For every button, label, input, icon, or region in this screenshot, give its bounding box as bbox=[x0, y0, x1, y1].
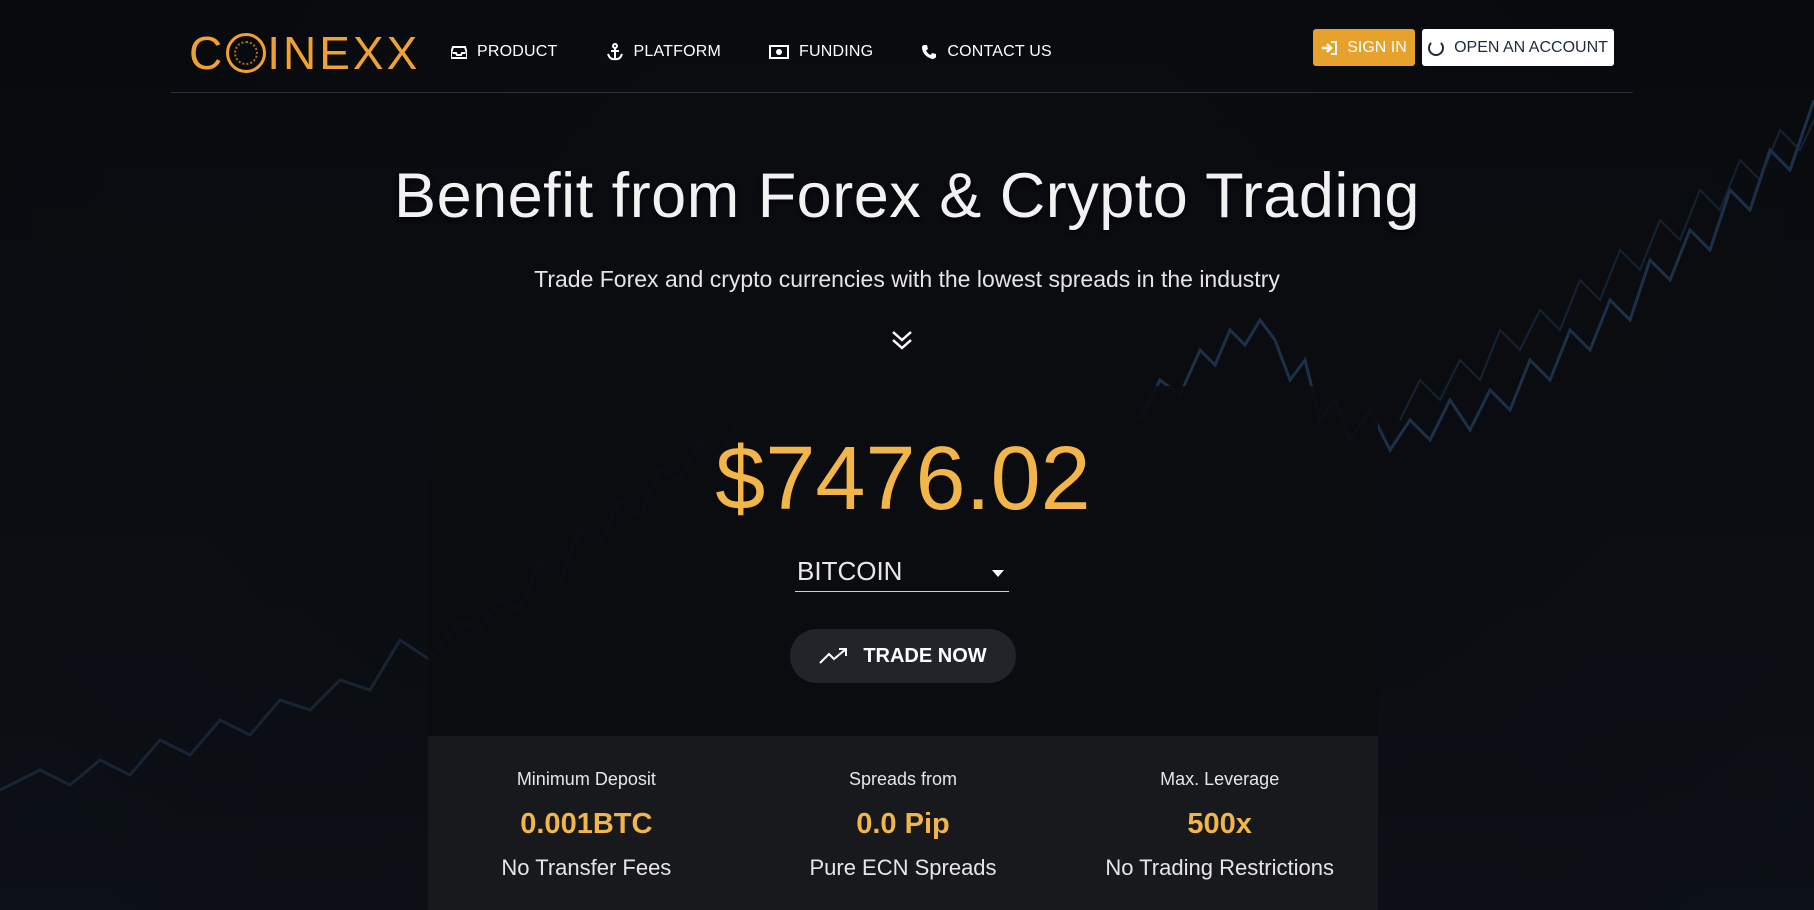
asset-price: $7476.02 bbox=[715, 429, 1091, 529]
coin-icon bbox=[226, 33, 267, 73]
nav-item-contact[interactable]: CONTACT US bbox=[921, 43, 1052, 61]
stat-label: Minimum Deposit bbox=[516, 769, 656, 789]
asset-select-value: BITCOIN bbox=[797, 556, 903, 586]
money-icon bbox=[769, 45, 790, 59]
asset-select[interactable]: BITCOIN bbox=[795, 552, 1009, 592]
stat-label: Max. Leverage bbox=[1160, 769, 1280, 789]
sign-in-button[interactable]: SIGN IN bbox=[1313, 29, 1415, 66]
main-nav: PRODUCT PLATFORM FUNDING CONTACT US bbox=[451, 43, 1100, 61]
phone-icon bbox=[922, 45, 937, 59]
spinner-icon bbox=[1428, 39, 1445, 56]
logo-letter-c: C bbox=[189, 27, 226, 79]
stat-value: 0.0 Pip bbox=[856, 808, 950, 840]
stats-bar: Minimum Deposit 0.001BTC No Transfer Fee… bbox=[428, 736, 1378, 910]
coinexx-logo[interactable]: C INEXX bbox=[189, 27, 421, 79]
sign-in-label: SIGN IN bbox=[1347, 38, 1407, 56]
trade-panel: $7476.02 BITCOIN TRADE NOW bbox=[428, 386, 1378, 736]
stat-leverage: Max. Leverage 500x No Trading Restrictio… bbox=[1061, 736, 1378, 910]
nav-item-platform[interactable]: PLATFORM bbox=[606, 43, 722, 61]
nav-label: CONTACT US bbox=[947, 43, 1052, 60]
nav-label: PRODUCT bbox=[477, 43, 558, 60]
nav-item-product[interactable]: PRODUCT bbox=[451, 43, 558, 61]
caret-down-icon bbox=[992, 570, 1004, 577]
stat-spreads: Spreads from 0.0 Pip Pure ECN Spreads bbox=[745, 736, 1062, 910]
double-chevron-down-icon[interactable] bbox=[891, 330, 913, 350]
sign-in-icon bbox=[1322, 40, 1338, 55]
trade-now-button[interactable]: TRADE NOW bbox=[790, 629, 1016, 683]
stat-value: 0.001BTC bbox=[520, 808, 653, 840]
anchor-icon bbox=[606, 43, 623, 61]
nav-item-funding[interactable]: FUNDING bbox=[769, 43, 873, 61]
stat-desc: Pure ECN Spreads bbox=[809, 855, 997, 880]
site-header: C INEXX PRODUCT PLATFORM FUNDING CONTACT … bbox=[171, 0, 1633, 93]
stat-label: Spreads from bbox=[848, 769, 958, 789]
nav-label: FUNDING bbox=[799, 43, 874, 60]
trade-now-label: TRADE NOW bbox=[863, 644, 987, 667]
hero-title: Benefit from Forex & Crypto Trading bbox=[394, 161, 1420, 231]
stat-desc: No Transfer Fees bbox=[501, 855, 672, 880]
nav-label: PLATFORM bbox=[633, 43, 722, 60]
stat-value: 500x bbox=[1187, 808, 1252, 840]
logo-letters: INEXX bbox=[267, 27, 421, 79]
stat-desc: No Trading Restrictions bbox=[1105, 855, 1334, 880]
open-account-button[interactable]: OPEN AN ACCOUNT bbox=[1422, 29, 1614, 66]
trending-up-icon bbox=[819, 648, 848, 664]
inbox-icon bbox=[451, 46, 467, 59]
open-account-label: OPEN AN ACCOUNT bbox=[1454, 38, 1608, 56]
stat-min-deposit: Minimum Deposit 0.001BTC No Transfer Fee… bbox=[428, 736, 745, 910]
hero-subtitle: Trade Forex and crypto currencies with t… bbox=[534, 266, 1280, 292]
